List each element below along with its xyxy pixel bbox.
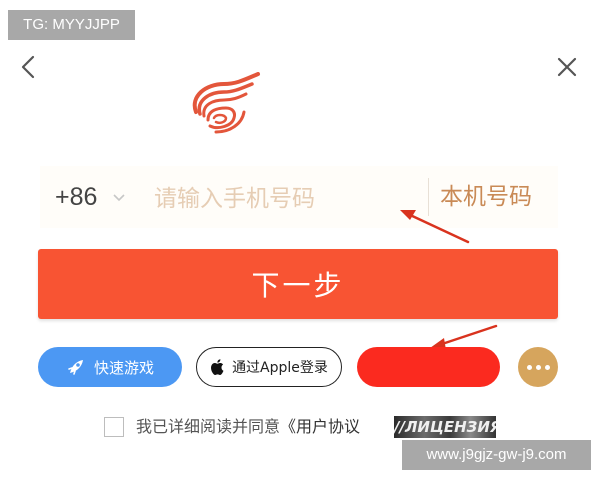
- tg-watermark-label: TG: MYYJJPP: [8, 10, 135, 40]
- close-button[interactable]: [552, 52, 582, 82]
- user-agreement-link[interactable]: 《用户协议: [280, 417, 360, 436]
- country-code-selector[interactable]: +86: [55, 180, 97, 214]
- chevron-left-icon: [21, 55, 35, 79]
- back-button[interactable]: [14, 52, 42, 82]
- agreement-checkbox[interactable]: [104, 417, 124, 437]
- rocket-icon: [68, 360, 83, 375]
- more-dot: [535, 364, 541, 370]
- apple-login-label: 通过Apple登录: [232, 360, 328, 376]
- close-icon: [557, 57, 577, 77]
- more-options-button[interactable]: [518, 347, 558, 387]
- red-login-button[interactable]: [357, 347, 500, 387]
- apple-login-button[interactable]: 通过Apple登录: [196, 347, 342, 387]
- phone-number-input[interactable]: [152, 178, 416, 218]
- agreement-text: 我已详细阅读并同意《用户协议: [136, 416, 360, 438]
- more-dot: [544, 364, 550, 370]
- quick-game-label: 快速游戏: [93, 358, 154, 377]
- chevron-down-icon[interactable]: [112, 190, 126, 204]
- apple-icon: [211, 359, 224, 375]
- more-dots-icon: [526, 364, 532, 370]
- overlay-stamp: //ЛИЦЕНЗИЯ: [394, 416, 496, 438]
- site-watermark-label: www.j9gjz-gw-j9.com: [402, 440, 591, 470]
- quick-game-button[interactable]: 快速游戏: [38, 347, 182, 387]
- arrow-annotation-icon: [400, 210, 470, 244]
- agreement-prefix: 我已详细阅读并同意: [136, 417, 281, 436]
- next-step-button[interactable]: 下一步: [38, 249, 558, 319]
- netease-logo: [186, 72, 264, 134]
